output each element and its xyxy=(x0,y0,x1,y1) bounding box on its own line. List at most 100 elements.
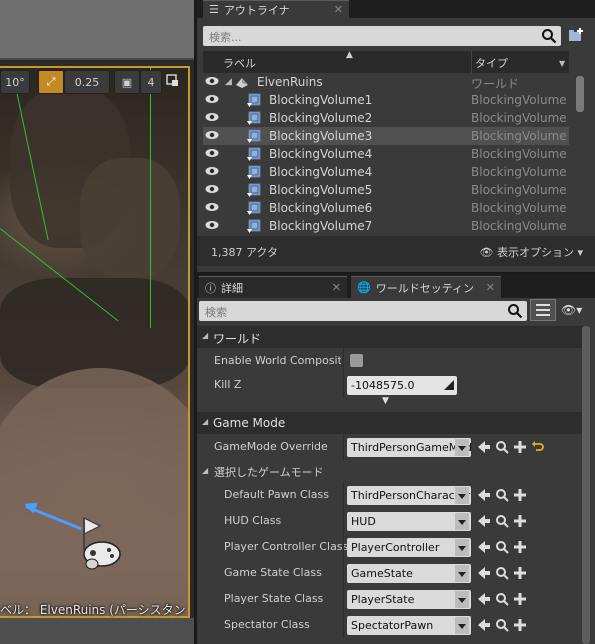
outliner-row-name: BlockingVolume5 xyxy=(269,183,373,197)
blocking-volume-icon xyxy=(247,93,261,107)
class-dropdown[interactable]: GameState xyxy=(347,564,471,583)
outliner-search-placeholder: 検索... xyxy=(209,31,242,44)
eye-icon[interactable] xyxy=(205,76,219,86)
add-folder-icon[interactable] xyxy=(567,26,585,44)
kill-z-input[interactable]: -1048575.0 xyxy=(347,376,457,395)
gamemode-override-value: ThirdPersonGameMode xyxy=(351,441,471,454)
browse-icon[interactable] xyxy=(495,592,509,606)
outliner-row[interactable]: BlockingVolume4 BlockingVolume xyxy=(203,145,569,163)
level-viewport[interactable]: 10° ⤢ 0.25 ▣ 4 ベル： ElvenRuins (パーシスタント) xyxy=(0,0,194,644)
browse-icon[interactable] xyxy=(495,566,509,580)
sort-ascending-icon[interactable]: ▲ xyxy=(346,50,353,60)
prop-gamemode-override: GameMode Override ThirdPersonGameMode xyxy=(197,434,589,460)
use-selected-arrow-icon[interactable] xyxy=(477,488,491,502)
column-label-header[interactable]: ラベル xyxy=(223,55,256,71)
eye-icon[interactable] xyxy=(205,184,219,194)
outliner-row-name: BlockingVolume7 xyxy=(269,219,373,233)
visibility-filter-icon[interactable]: 👁▾ xyxy=(561,303,582,317)
close-icon[interactable]: ✕ xyxy=(334,3,343,16)
outliner-row[interactable]: BlockingVolume4 BlockingVolume xyxy=(203,163,569,181)
column-options-icon[interactable]: ▼ xyxy=(559,59,565,68)
eye-icon[interactable] xyxy=(205,94,219,104)
enable-world-composition-checkbox[interactable] xyxy=(350,354,363,367)
tab-details[interactable]: ⓘ 詳細 ✕ xyxy=(199,276,347,298)
section-game-mode[interactable]: ◢ Game Mode xyxy=(197,412,589,434)
add-icon[interactable] xyxy=(513,540,527,554)
view-options-button[interactable]: 👁 表示オプション ▾ xyxy=(480,244,584,260)
class-dropdown[interactable]: PlayerController xyxy=(347,538,471,557)
add-icon[interactable] xyxy=(513,440,527,454)
outliner-search-input[interactable]: 検索... xyxy=(203,26,561,46)
use-selected-arrow-icon[interactable] xyxy=(477,566,491,580)
browse-icon[interactable] xyxy=(495,514,509,528)
outliner-row[interactable]: BlockingVolume3 BlockingVolume xyxy=(203,127,569,145)
maximize-viewport-icon[interactable] xyxy=(166,74,180,88)
search-icon[interactable] xyxy=(507,303,523,319)
outliner-row[interactable]: BlockingVolume6 BlockingVolume xyxy=(203,199,569,217)
eye-icon[interactable] xyxy=(205,220,219,230)
outliner-row[interactable]: BlockingVolume5 BlockingVolume xyxy=(203,181,569,199)
details-search-input[interactable]: 検索 xyxy=(199,301,527,321)
eye-icon: 👁 xyxy=(479,246,494,259)
use-selected-arrow-icon[interactable] xyxy=(477,540,491,554)
eye-icon[interactable] xyxy=(205,130,219,140)
browse-icon[interactable] xyxy=(495,618,509,632)
prop-selected-game-mode[interactable]: ◢ 選択したゲームモード xyxy=(197,458,589,484)
eye-icon[interactable] xyxy=(205,166,219,176)
add-icon[interactable] xyxy=(513,514,527,528)
class-value: PlayerState xyxy=(351,593,415,606)
outliner-row-type: BlockingVolume xyxy=(471,93,567,107)
use-selected-arrow-icon[interactable] xyxy=(477,440,491,454)
camera-speed-icon[interactable]: ▣ xyxy=(114,70,140,94)
close-icon[interactable]: ✕ xyxy=(486,281,495,294)
camera-speed-value[interactable]: 4 xyxy=(140,70,162,94)
gamemode-override-dropdown[interactable]: ThirdPersonGameMode xyxy=(347,438,471,457)
add-icon[interactable] xyxy=(513,592,527,606)
browse-icon[interactable] xyxy=(495,540,509,554)
scale-snap-value[interactable]: 0.25 xyxy=(64,70,110,94)
class-dropdown[interactable]: ThirdPersonCharacter xyxy=(347,486,471,505)
add-icon[interactable] xyxy=(513,566,527,580)
use-selected-arrow-icon[interactable] xyxy=(477,514,491,528)
section-world[interactable]: ◢ ワールド xyxy=(197,326,589,348)
details-scrollbar[interactable] xyxy=(582,326,590,644)
use-selected-arrow-icon[interactable] xyxy=(477,592,491,606)
outliner-row[interactable]: ◢ ElvenRuins ワールド xyxy=(203,73,569,91)
search-icon[interactable] xyxy=(541,28,557,44)
class-actions xyxy=(477,540,527,554)
outliner-row-name: BlockingVolume4 xyxy=(269,147,373,161)
outliner-row[interactable]: BlockingVolume1 BlockingVolume xyxy=(203,91,569,109)
add-icon[interactable] xyxy=(513,618,527,632)
outliner-tree: ◢ ElvenRuins ワールド BlockingVolume1 BlockingVo… xyxy=(203,73,569,235)
outliner-row[interactable]: BlockingVolume2 BlockingVolume xyxy=(203,109,569,127)
class-dropdown[interactable]: SpectatorPawn xyxy=(347,616,471,635)
section-game-mode-title: Game Mode xyxy=(213,416,286,430)
outliner-scrollbar[interactable] xyxy=(576,76,584,112)
use-selected-arrow-icon[interactable] xyxy=(477,618,491,632)
advanced-expand-row[interactable]: ▼ xyxy=(197,396,589,410)
scale-snap-icon[interactable]: ⤢ xyxy=(38,70,64,94)
close-icon[interactable]: ✕ xyxy=(332,281,341,294)
outliner-row-type: BlockingVolume xyxy=(471,147,567,161)
property-matrix-button[interactable] xyxy=(530,299,556,321)
add-icon[interactable] xyxy=(513,488,527,502)
reset-to-default-icon[interactable] xyxy=(531,440,545,454)
world-settings-tab-label: ワールドセッティン xyxy=(375,281,475,295)
class-dropdown[interactable]: HUD xyxy=(347,512,471,531)
player-start-icon[interactable] xyxy=(78,516,122,570)
outliner-row[interactable]: BlockingVolume7 BlockingVolume xyxy=(203,217,569,235)
tab-outliner[interactable]: ☰ アウトライナ ✕ xyxy=(203,0,349,18)
class-dropdown[interactable]: PlayerState xyxy=(347,590,471,609)
column-type-header[interactable]: タイプ xyxy=(475,55,508,71)
browse-icon[interactable] xyxy=(495,488,509,502)
eye-icon[interactable] xyxy=(205,112,219,122)
kill-z-label: Kill Z xyxy=(214,378,242,391)
tab-world-settings[interactable]: 🌐 ワールドセッティン ✕ xyxy=(351,276,501,298)
outliner-row-type: BlockingVolume xyxy=(471,165,567,179)
eye-icon[interactable] xyxy=(205,148,219,158)
rotation-snap-value[interactable]: 10° xyxy=(0,70,30,94)
grid-icon xyxy=(536,304,550,316)
expand-arrow-icon[interactable]: ◢ xyxy=(225,77,232,87)
browse-icon[interactable] xyxy=(495,440,509,454)
eye-icon[interactable] xyxy=(205,202,219,212)
